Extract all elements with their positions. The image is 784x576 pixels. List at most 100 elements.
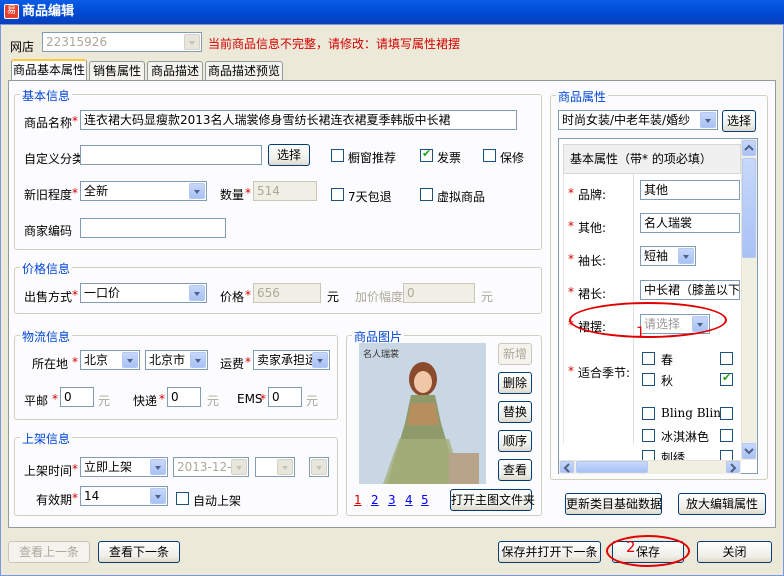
other-input[interactable]: 名人瑞裳 xyxy=(640,213,740,233)
scroll-right-button[interactable] xyxy=(726,461,740,473)
sale-mode-dropdown[interactable]: 一口价 xyxy=(80,283,207,303)
season-extra-checkbox-1[interactable] xyxy=(720,352,733,365)
chevron-left-icon xyxy=(563,463,570,473)
season-spring-checkbox[interactable] xyxy=(642,352,655,365)
brand-input[interactable]: 其他 xyxy=(640,180,740,200)
province-dropdown[interactable]: 北京 xyxy=(80,350,140,370)
horizontal-scroll-thumb[interactable] xyxy=(576,461,648,473)
required-marker: * xyxy=(568,364,574,378)
open-folder-button[interactable]: 打开主图文件夹 xyxy=(450,489,535,511)
merchant-code-input[interactable] xyxy=(80,218,226,238)
required-marker: * xyxy=(260,392,266,406)
scroll-thumb[interactable] xyxy=(742,158,756,258)
image-page-4[interactable]: 4 xyxy=(405,493,413,507)
product-category-dropdown[interactable]: 时尚女装/中老年装/婚纱 xyxy=(558,110,718,130)
style-checkbox-2[interactable] xyxy=(642,429,655,442)
chevron-down-icon xyxy=(678,248,694,264)
listing-time-dropdown[interactable]: 立即上架 xyxy=(80,457,168,477)
city-dropdown[interactable]: 北京市 xyxy=(145,350,208,370)
style-label-2: 冰淇淋色 xyxy=(661,430,710,444)
chevron-down-icon xyxy=(700,112,716,128)
product-category-value: 时尚女装/中老年装/婚纱 xyxy=(562,113,691,127)
shipping-dropdown[interactable]: 卖家承担运费 xyxy=(253,350,330,370)
delete-image-button[interactable]: 删除 xyxy=(498,372,532,394)
season-extra-checkbox-2[interactable] xyxy=(720,371,733,386)
scroll-down-button[interactable] xyxy=(742,443,756,459)
condition-dropdown[interactable]: 全新 xyxy=(80,181,207,201)
product-props-title: 商品属性 xyxy=(556,88,609,105)
express-fee-input[interactable]: 0 xyxy=(167,387,201,407)
category-select-button[interactable]: 选择 xyxy=(268,144,310,166)
chevron-down-icon xyxy=(744,448,754,455)
required-marker: * xyxy=(568,186,574,200)
virtual-checkbox[interactable] xyxy=(420,188,433,201)
period-dropdown[interactable]: 14 xyxy=(80,486,168,506)
category-input[interactable] xyxy=(80,145,262,165)
chevron-down-icon xyxy=(122,352,138,368)
season-autumn-checkbox[interactable] xyxy=(642,373,655,386)
chevron-up-icon xyxy=(744,144,754,151)
season-spring-label: 春 xyxy=(661,353,674,367)
listing-minute-dropdown[interactable] xyxy=(309,457,329,477)
express-label: 快递 xyxy=(133,394,158,408)
product-photo[interactable]: 名人瑞裳 xyxy=(359,343,486,484)
sale-mode-value: 一口价 xyxy=(84,286,121,300)
title-bar: 商品编辑 xyxy=(0,0,784,24)
shop-dropdown[interactable]: 22315926 xyxy=(42,32,202,52)
sleeve-dropdown[interactable]: 短袖 xyxy=(640,246,696,266)
image-page-3[interactable]: 3 xyxy=(388,493,396,507)
app-icon: 易 xyxy=(4,4,19,19)
tab-description[interactable]: 商品描述 xyxy=(147,61,203,81)
invoice-checkbox[interactable] xyxy=(420,147,433,162)
mail-label: 平邮 xyxy=(24,394,49,408)
mail-fee-input[interactable]: 0 xyxy=(60,387,94,407)
shipping-label: 运费 xyxy=(220,357,245,371)
return7-checkbox[interactable] xyxy=(331,188,344,201)
skirt-length-dropdown[interactable]: 中长裙（膝盖以下） xyxy=(640,280,740,300)
view-next-button[interactable]: 查看下一条 xyxy=(98,541,180,563)
period-value: 14 xyxy=(84,489,100,503)
tab-sales[interactable]: 销售属性 xyxy=(89,61,145,81)
category-choose-button[interactable]: 选择 xyxy=(722,110,756,132)
view-image-button[interactable]: 查看 xyxy=(498,459,532,481)
price-input[interactable]: 656 xyxy=(253,283,321,303)
required-marker: * xyxy=(568,219,574,233)
sale-mode-label: 出售方式 xyxy=(24,290,73,304)
window-rec-checkbox[interactable] xyxy=(331,149,344,162)
image-page-1[interactable]: 1 xyxy=(354,493,362,507)
style-checkbox-1[interactable] xyxy=(642,407,655,420)
enlarge-edit-props-button[interactable]: 放大编辑属性 xyxy=(678,493,766,515)
style-checkbox-extra-2[interactable] xyxy=(720,429,733,442)
close-button[interactable]: 关闭 xyxy=(697,541,772,563)
save-and-open-next-button[interactable]: 保存并打开下一条 xyxy=(498,541,601,563)
update-category-data-button[interactable]: 更新类目基础数据 xyxy=(565,493,662,515)
annotation-number-1: 1 xyxy=(636,325,645,341)
replace-image-button[interactable]: 替换 xyxy=(498,401,532,423)
product-name-input[interactable]: 连衣裙大码显瘦款2013名人瑞裳修身雪纺长裙连衣裙夏季韩版中长裙 xyxy=(80,110,517,130)
add-image-button[interactable]: 新增 xyxy=(498,343,532,365)
merchant-code-label: 商家编码 xyxy=(24,224,73,238)
scroll-up-button[interactable] xyxy=(742,140,756,156)
scroll-left-button[interactable] xyxy=(560,461,574,473)
listing-date-picker[interactable]: 2013-12-05 xyxy=(173,457,249,477)
image-page-5[interactable]: 5 xyxy=(421,493,429,507)
listing-hour-dropdown[interactable] xyxy=(255,457,295,477)
image-page-2[interactable]: 2 xyxy=(371,493,379,507)
condition-value: 全新 xyxy=(84,184,109,198)
quantity-input[interactable]: 514 xyxy=(253,181,317,201)
required-marker: * xyxy=(245,355,251,369)
style-checkbox-extra-1[interactable] xyxy=(720,407,733,420)
tab-basic[interactable]: 商品基本属性 xyxy=(11,59,87,81)
tab-preview[interactable]: 商品描述预览 xyxy=(205,61,283,81)
chevron-down-icon xyxy=(189,183,205,199)
ems-fee-input[interactable]: 0 xyxy=(268,387,302,407)
auto-relist-checkbox[interactable] xyxy=(176,492,189,505)
brand-label: 品牌: xyxy=(578,188,607,202)
increment-input[interactable]: 0 xyxy=(403,283,475,303)
annotation-number-2: 2 xyxy=(626,538,636,556)
warranty-checkbox[interactable] xyxy=(483,149,496,162)
dress-photo-image xyxy=(359,343,486,484)
order-image-button[interactable]: 顺序 xyxy=(498,430,532,452)
view-previous-button[interactable]: 查看上一条 xyxy=(8,541,90,563)
property-grid-header: 基本属性（带* 的项必填） xyxy=(563,144,741,174)
